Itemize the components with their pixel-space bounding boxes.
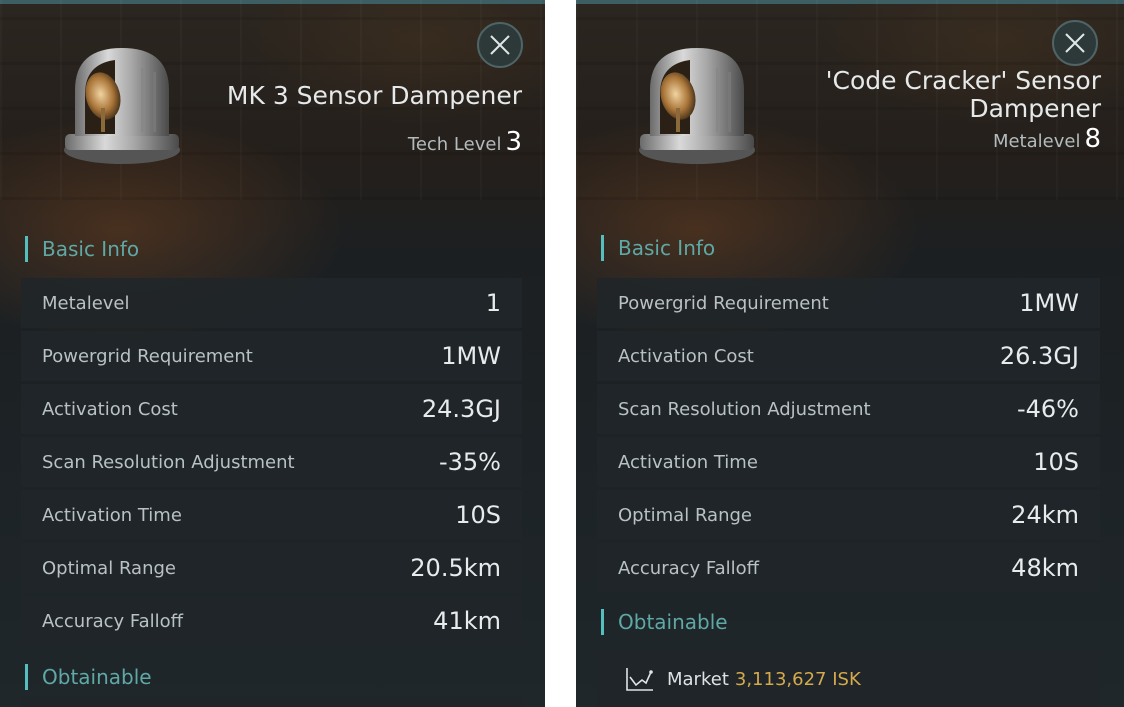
stat-value: 1MW <box>1019 289 1079 317</box>
section-accent-bar <box>25 236 28 262</box>
stat-value: 41km <box>433 607 501 635</box>
close-button[interactable] <box>1052 20 1098 66</box>
market-source-row[interactable]: Market 3,113,627 ISK <box>597 650 1100 707</box>
section-title: Obtainable <box>42 665 152 689</box>
sensor-dampener-module-icon <box>639 48 755 164</box>
stat-label: Activation Cost <box>618 345 754 367</box>
stat-label: Activation Time <box>618 451 758 473</box>
section-title: Obtainable <box>618 610 728 634</box>
stat-row-optimal-range: Optimal Range 24km <box>597 490 1100 540</box>
stat-value: 24.3GJ <box>421 395 501 423</box>
stat-value: 10S <box>1033 448 1079 476</box>
section-basic-info: Basic Info <box>25 236 139 262</box>
stat-row-optimal-range: Optimal Range 20.5km <box>21 543 522 593</box>
stat-row-activation-time: Activation Time 10S <box>597 437 1100 487</box>
market-price: 3,113,627 ISK <box>734 668 861 690</box>
stat-row-activation-cost: Activation Cost 26.3GJ <box>597 331 1100 381</box>
stat-value: 24km <box>1011 501 1079 529</box>
close-icon <box>1065 33 1085 53</box>
section-basic-info: Basic Info <box>601 235 715 261</box>
section-title: Basic Info <box>42 237 140 261</box>
section-obtainable: Obtainable <box>601 609 728 635</box>
stat-label: Optimal Range <box>618 504 752 526</box>
stat-label: Optimal Range <box>42 557 176 579</box>
stat-row-powergrid: Powergrid Requirement 1MW <box>597 278 1100 328</box>
tech-level: Tech Level 3 <box>408 127 522 157</box>
metalevel-label: Metalevel <box>992 131 1081 152</box>
obtainable-row[interactable] <box>21 697 522 707</box>
stat-label: Activation Cost <box>42 398 178 420</box>
stat-label: Activation Time <box>42 504 182 526</box>
section-title: Basic Info <box>618 236 716 260</box>
stat-row-accuracy-falloff: Accuracy Falloff 48km <box>597 543 1100 593</box>
stat-value: 1 <box>485 289 501 317</box>
sensor-dampener-module-icon <box>64 48 180 164</box>
stat-row-accuracy-falloff: Accuracy Falloff 41km <box>21 596 522 646</box>
market-label: Market <box>667 668 729 690</box>
stat-label: Powergrid Requirement <box>618 292 829 314</box>
item-title: MK 3 Sensor Dampener <box>226 81 522 110</box>
tech-level-value: 3 <box>505 127 522 157</box>
item-info-panel-left: MK 3 Sensor Dampener Tech Level 3 Basic … <box>0 0 545 707</box>
market-chart-icon <box>626 668 653 691</box>
stat-value: -46% <box>1016 395 1079 423</box>
stat-row-scan-resolution: Scan Resolution Adjustment -46% <box>597 384 1100 434</box>
item-info-panel-right: 'Code Cracker' Sensor Dampener Metalevel… <box>576 0 1124 707</box>
stat-label: Powergrid Requirement <box>42 345 253 367</box>
stat-value: -35% <box>438 448 501 476</box>
section-accent-bar <box>25 664 28 690</box>
stat-row-powergrid: Powergrid Requirement 1MW <box>21 331 522 381</box>
stat-value: 26.3GJ <box>999 342 1079 370</box>
stat-row-activation-cost: Activation Cost 24.3GJ <box>21 384 522 434</box>
stat-value: 1MW <box>441 342 501 370</box>
stat-value: 20.5km <box>410 554 501 582</box>
close-button[interactable] <box>477 22 523 68</box>
section-obtainable: Obtainable <box>25 664 152 690</box>
section-accent-bar <box>601 235 604 261</box>
stat-label: Accuracy Falloff <box>618 557 760 579</box>
metalevel: Metalevel 8 <box>993 124 1101 154</box>
stat-value: 48km <box>1011 554 1079 582</box>
stat-label: Accuracy Falloff <box>42 610 184 632</box>
stat-label: Scan Resolution Adjustment <box>42 451 295 473</box>
stat-value: 10S <box>455 501 501 529</box>
tech-level-label: Tech Level <box>407 134 502 155</box>
stat-label: Metalevel <box>42 292 130 314</box>
metalevel-value: 8 <box>1084 124 1101 154</box>
item-title: 'Code Cracker' Sensor Dampener <box>825 66 1101 123</box>
stat-row-activation-time: Activation Time 10S <box>21 490 522 540</box>
close-icon <box>490 35 510 55</box>
stat-label: Scan Resolution Adjustment <box>618 398 871 420</box>
section-accent-bar <box>601 609 604 635</box>
stat-row-scan-resolution: Scan Resolution Adjustment -35% <box>21 437 522 487</box>
stat-row-metalevel: Metalevel 1 <box>21 278 522 328</box>
